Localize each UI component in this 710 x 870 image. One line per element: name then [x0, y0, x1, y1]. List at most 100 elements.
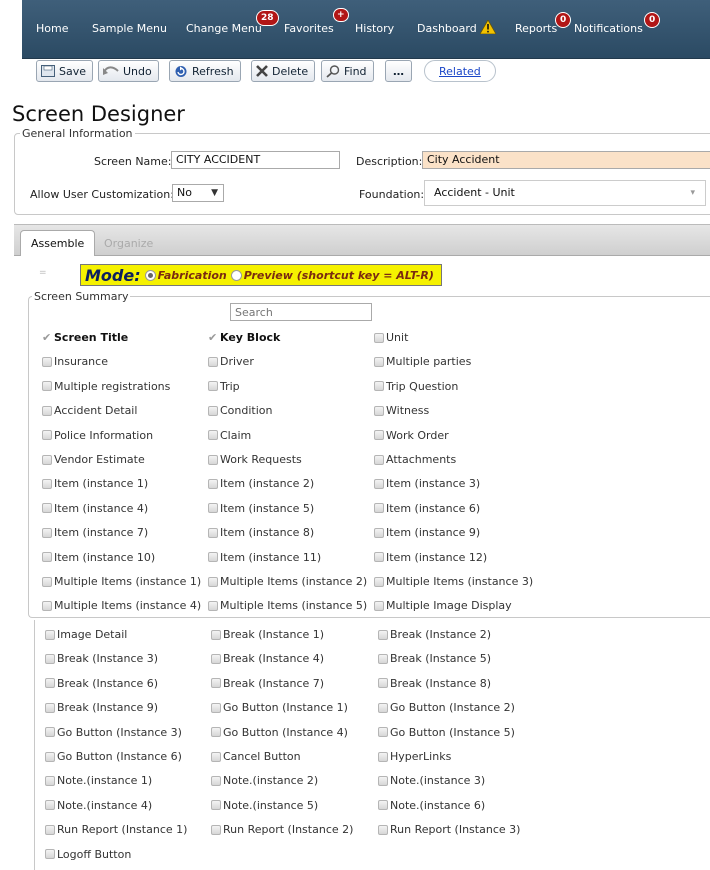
checkbox-item-item-instance-7[interactable]: Item (instance 7)	[42, 526, 148, 539]
undo-button[interactable]: Undo	[98, 60, 159, 82]
checkbox-item-multiple-image-display[interactable]: Multiple Image Display	[374, 599, 512, 612]
checkbox-box[interactable]	[374, 454, 384, 465]
nav-change-menu[interactable]: Change Menu	[186, 22, 262, 35]
checkbox-box[interactable]	[211, 727, 221, 738]
checkbox-box[interactable]	[378, 824, 388, 835]
checkbox-item-go-button-instance-4[interactable]: Go Button (Instance 4)	[211, 726, 348, 739]
checkmark-icon[interactable]: ✔	[42, 332, 52, 343]
checkbox-item-multiple-items-instance-5[interactable]: Multiple Items (instance 5)	[208, 599, 367, 612]
checkbox-item-key-block[interactable]: ✔ Key Block	[208, 331, 280, 344]
checkbox-item-unit[interactable]: Unit	[374, 331, 408, 344]
checkbox-item-item-instance-4[interactable]: Item (instance 4)	[42, 502, 148, 515]
checkbox-item-note-instance-6[interactable]: Note.(instance 6)	[378, 799, 485, 812]
checkbox-box[interactable]	[42, 356, 52, 367]
checkbox-box[interactable]	[374, 430, 384, 441]
checkbox-box[interactable]	[211, 702, 221, 713]
checkbox-box[interactable]	[208, 430, 218, 441]
checkbox-item-go-button-instance-3[interactable]: Go Button (Instance 3)	[45, 726, 182, 739]
checkbox-item-break-instance-4[interactable]: Break (Instance 4)	[211, 652, 324, 665]
checkbox-item-police-information[interactable]: Police Information	[42, 429, 153, 442]
find-button[interactable]: Find	[321, 60, 374, 82]
checkbox-item-multiple-registrations[interactable]: Multiple registrations	[42, 380, 170, 393]
checkbox-box[interactable]	[208, 600, 218, 611]
checkbox-box[interactable]	[374, 576, 384, 587]
checkbox-item-trip-question[interactable]: Trip Question	[374, 380, 458, 393]
checkbox-item-trip[interactable]: Trip	[208, 380, 240, 393]
checkbox-item-break-instance-1[interactable]: Break (Instance 1)	[211, 628, 324, 641]
checkbox-box[interactable]	[45, 775, 55, 786]
checkbox-box[interactable]	[45, 751, 55, 762]
checkbox-item-break-instance-8[interactable]: Break (Instance 8)	[378, 677, 491, 690]
checkbox-box[interactable]	[374, 381, 384, 392]
preview-radio[interactable]	[230, 269, 242, 281]
checkbox-item-multiple-items-instance-1[interactable]: Multiple Items (instance 1)	[42, 575, 201, 588]
checkbox-box[interactable]	[374, 503, 384, 514]
checkbox-item-multiple-items-instance-3[interactable]: Multiple Items (instance 3)	[374, 575, 533, 588]
checkbox-item-break-instance-2[interactable]: Break (Instance 2)	[378, 628, 491, 641]
checkbox-box[interactable]	[211, 653, 221, 664]
checkbox-box[interactable]	[45, 653, 55, 664]
checkbox-item-note-instance-1[interactable]: Note.(instance 1)	[45, 774, 152, 787]
checkbox-item-cancel-button[interactable]: Cancel Button	[211, 750, 301, 763]
checkbox-box[interactable]	[208, 527, 218, 538]
checkbox-box[interactable]	[211, 800, 221, 811]
checkbox-box[interactable]	[45, 800, 55, 811]
nav-home[interactable]: Home	[36, 22, 68, 35]
description-input[interactable]: City Accident	[422, 151, 710, 169]
nav-reports[interactable]: Reports	[515, 22, 557, 35]
checkbox-box[interactable]	[374, 527, 384, 538]
related-link[interactable]: Related	[424, 60, 496, 82]
checkbox-box[interactable]	[208, 552, 218, 563]
checkbox-item-multiple-items-instance-2[interactable]: Multiple Items (instance 2)	[208, 575, 367, 588]
checkbox-item-attachments[interactable]: Attachments	[374, 453, 456, 466]
checkbox-box[interactable]	[378, 678, 388, 689]
checkbox-box[interactable]	[378, 653, 388, 664]
checkbox-item-item-instance-6[interactable]: Item (instance 6)	[374, 502, 480, 515]
checkbox-box[interactable]	[45, 727, 55, 738]
screen-name-input[interactable]: CITY ACCIDENT	[171, 151, 340, 169]
checkbox-item-break-instance-3[interactable]: Break (Instance 3)	[45, 652, 158, 665]
checkbox-box[interactable]	[211, 775, 221, 786]
checkbox-box[interactable]	[211, 751, 221, 762]
nav-dashboard[interactable]: Dashboard	[417, 22, 477, 35]
checkbox-item-accident-detail[interactable]: Accident Detail	[42, 404, 137, 417]
checkbox-box[interactable]	[45, 629, 55, 640]
allow-customization-select[interactable]: No ▼	[172, 184, 224, 202]
checkbox-box[interactable]	[211, 678, 221, 689]
checkbox-box[interactable]	[211, 824, 221, 835]
checkbox-box[interactable]	[42, 405, 52, 416]
checkbox-item-condition[interactable]: Condition	[208, 404, 273, 417]
checkbox-item-item-instance-2[interactable]: Item (instance 2)	[208, 477, 314, 490]
nav-favorites[interactable]: Favorites	[284, 22, 334, 35]
checkbox-item-run-report-instance-2[interactable]: Run Report (Instance 2)	[211, 823, 353, 836]
checkbox-box[interactable]	[208, 405, 218, 416]
checkbox-item-break-instance-9[interactable]: Break (Instance 9)	[45, 701, 158, 714]
checkbox-item-run-report-instance-1[interactable]: Run Report (Instance 1)	[45, 823, 187, 836]
checkbox-box[interactable]	[42, 576, 52, 587]
checkbox-item-item-instance-11[interactable]: Item (instance 11)	[208, 551, 321, 564]
checkbox-box[interactable]	[42, 600, 52, 611]
nav-history[interactable]: History	[355, 22, 394, 35]
checkbox-item-note-instance-3[interactable]: Note.(instance 3)	[378, 774, 485, 787]
checkbox-item-note-instance-2[interactable]: Note.(instance 2)	[211, 774, 318, 787]
checkbox-box[interactable]	[374, 332, 384, 343]
checkbox-box[interactable]	[45, 678, 55, 689]
checkbox-item-witness[interactable]: Witness	[374, 404, 429, 417]
checkbox-box[interactable]	[378, 775, 388, 786]
checkbox-box[interactable]	[378, 800, 388, 811]
collapse-toggle-icon[interactable]: =	[39, 268, 47, 278]
checkbox-box[interactable]	[42, 503, 52, 514]
checkbox-item-note-instance-5[interactable]: Note.(instance 5)	[211, 799, 318, 812]
checkbox-item-claim[interactable]: Claim	[208, 429, 251, 442]
tab-organize[interactable]: Organize	[94, 230, 163, 256]
fabrication-radio[interactable]	[144, 269, 156, 281]
checkbox-item-go-button-instance-5[interactable]: Go Button (Instance 5)	[378, 726, 515, 739]
checkbox-box[interactable]	[378, 629, 388, 640]
checkbox-item-item-instance-1[interactable]: Item (instance 1)	[42, 477, 148, 490]
refresh-button[interactable]: Refresh	[169, 60, 241, 82]
checkbox-item-break-instance-5[interactable]: Break (Instance 5)	[378, 652, 491, 665]
checkbox-box[interactable]	[378, 727, 388, 738]
checkbox-box[interactable]	[208, 503, 218, 514]
checkbox-item-break-instance-7[interactable]: Break (Instance 7)	[211, 677, 324, 690]
checkbox-item-image-detail[interactable]: Image Detail	[45, 628, 127, 641]
